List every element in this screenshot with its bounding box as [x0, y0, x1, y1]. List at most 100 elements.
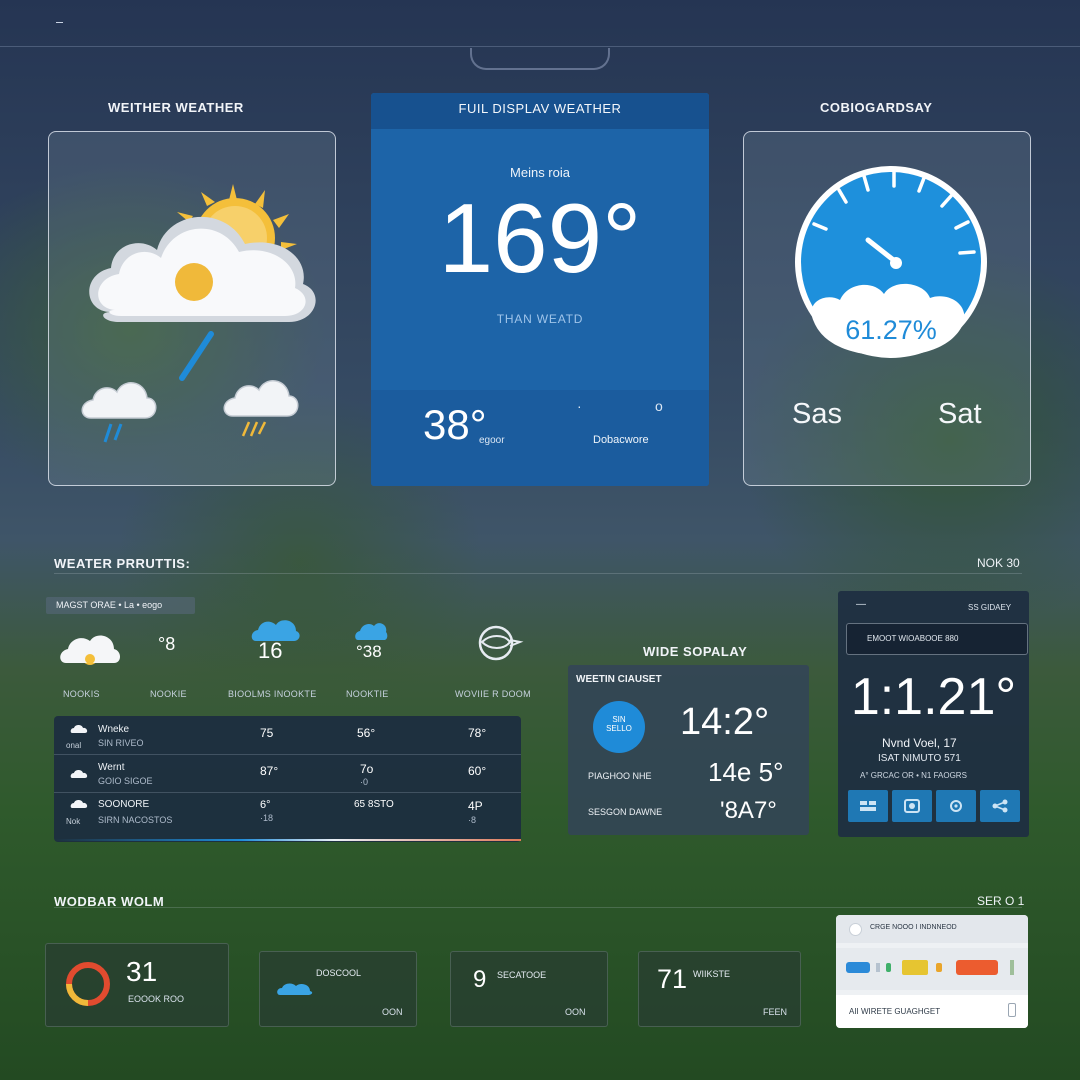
forecast-divider [54, 573, 1022, 574]
full-display-panel[interactable]: FUIL DISPLAV WEATHER Meins roia 169° THA… [371, 93, 709, 486]
row-col-3-sub: ·8 [468, 815, 477, 825]
condition-caption: THAN WEATD [496, 312, 584, 326]
center-panel-title: FUIL DISPLAV WEATHER [458, 101, 622, 116]
clock-time: 1:1.21° [850, 668, 1017, 726]
stat-tile-3-label: SECATOOE [497, 970, 547, 980]
top-handle[interactable] [470, 48, 610, 70]
weather-icon-panel[interactable] [48, 131, 336, 486]
wide-display-badge: SIN SELLO [593, 701, 645, 753]
gauge-left-text: Sas [792, 398, 842, 430]
indicator-bar [1010, 960, 1014, 975]
stat-tile-3-value: 9 [473, 966, 487, 993]
row-col-2: 7o [360, 762, 374, 776]
badge-line-1: SIN [612, 715, 626, 724]
stat-tile-2-label: DOSCOOL [316, 968, 362, 978]
row-cloud-icon [70, 800, 88, 808]
stat-tile-1[interactable]: 31 EOOOK ROO [45, 943, 229, 1027]
row-name: SOONORE [98, 799, 150, 810]
row-sub: GOIO SIGOE [98, 776, 153, 786]
clock-actions [848, 790, 1020, 822]
low-temperature-label: egoor [479, 435, 505, 446]
bottom-right-label: SER O 1 [977, 894, 1025, 908]
wide-display-heading: WIDE SOPALAY [643, 644, 748, 659]
row-tag: onal [66, 741, 82, 750]
alert-indicators [836, 948, 1028, 990]
gauge-value: 61.27% [845, 315, 937, 345]
row-col-2: 65 8STO [354, 799, 394, 810]
alert-edit-icon[interactable] [1008, 1003, 1016, 1017]
row-name: Wernt [98, 762, 125, 773]
tile-cloud-icon [277, 983, 313, 995]
gauge-panel[interactable]: 61.27% Sas Sat [743, 131, 1031, 486]
corner-mark [56, 22, 63, 23]
alert-footer-text: AII WIRETE GUAGHGET [849, 1007, 941, 1016]
top-divider [0, 46, 1080, 47]
current-temperature: 169° [438, 183, 642, 293]
badge-line-2: SELLO [606, 724, 632, 733]
wide-row-2-label: SESGON DAWNE [588, 807, 663, 817]
stat-tile-3[interactable]: 9 SECATOOE OON [450, 951, 608, 1027]
row-col-1: 75 [260, 726, 274, 740]
wind-icon [478, 625, 524, 661]
forecast-label-1: NOOKIS [63, 689, 100, 699]
share-icon[interactable] [980, 790, 1020, 822]
row-cloud-icon [70, 725, 88, 733]
table-row[interactable]: Wernt GOIO SIGOE 87° 7o ·0 60° [54, 755, 521, 792]
forecast-chip[interactable]: MAGST ORAE • La • eogo [46, 597, 195, 614]
grid-icon[interactable] [848, 790, 888, 822]
forecast-temp-1: °8 [158, 634, 176, 654]
cloud-icon [89, 216, 316, 322]
storm-cloud-icon [223, 380, 299, 437]
rain-cloud-icon [81, 382, 157, 443]
forecast-label-2: NOOKIE [150, 689, 187, 699]
row-col-3: 4P [468, 799, 483, 813]
footer-right-label: Dobacwore [593, 434, 649, 446]
indicator-yellow [902, 960, 928, 975]
stat-tile-2[interactable]: DOSCOOL OON [259, 951, 417, 1027]
table-row[interactable]: onal Wneke SIN RIVEO 75 56° 78° [54, 716, 521, 754]
row-col-1: 87° [260, 764, 279, 778]
gallery-icon[interactable] [892, 790, 932, 822]
stat-tile-3-footer: OON [565, 1007, 586, 1017]
row-col-3: 60° [468, 764, 487, 778]
forecast-label-3: BIOOLMS INOOKTE [228, 689, 317, 699]
forecast-label-4: NOOKTIE [346, 689, 389, 699]
forecast-section-title: WEATER PRRUTTIS: [54, 556, 191, 571]
row-col-1-sub: ·18 [260, 813, 274, 823]
alert-title: CRGE NOOO I INDNNEOD [870, 924, 957, 931]
clock-search-input[interactable]: EMOOT WIOABOOE 880 [846, 623, 1028, 655]
small-cloud-icon [174, 625, 194, 639]
clock-card[interactable]: — SS GIDAEY EMOOT WIOABOOE 880 1:1.21° N… [838, 591, 1029, 837]
stat-tile-4-footer: FEEN [763, 1007, 788, 1017]
clock-card-menu[interactable]: — [856, 599, 866, 610]
indicator-amber [936, 963, 942, 972]
wide-row-2-value: '8A7° [720, 797, 777, 824]
low-temperature: 38° [423, 401, 487, 448]
alert-widget[interactable]: CRGE NOOO I INDNNEOD AII WIRETE GUAGHGET [836, 915, 1028, 1028]
wide-row-1-label: PIAGHOO NHE [588, 771, 652, 781]
clock-line-2: ISAT NIMUTO 571 [878, 753, 961, 764]
lightning-icon [179, 331, 214, 381]
stat-tile-2-footer: OON [382, 1007, 403, 1017]
stat-tile-4[interactable]: 71 WIIKSTE FEEN [638, 951, 801, 1027]
sun-cloud-icon [60, 635, 120, 665]
row-sub: SIN RIVEO [98, 738, 144, 748]
wide-display-card[interactable]: WEETIN CIAUSET SIN SELLO 14:2° PIAGHOO N… [568, 665, 809, 835]
clock-search-text: EMOOT WIOABOOE 880 [867, 634, 959, 643]
clock-line-3: A° GRCAC OR • N1 FAOGRS [860, 771, 967, 780]
stat-tile-1-value: 31 [126, 956, 158, 987]
wide-display-title: WEETIN CIAUSET [576, 674, 662, 685]
indicator-sep [876, 963, 880, 972]
table-progress-bar [54, 839, 521, 841]
wide-row-1-value: 14e 5° [708, 757, 784, 787]
table-row[interactable]: Nok SOONORE SIRN NACOSTOS 6° ·18 65 8STO… [54, 793, 521, 838]
weather-illustration [81, 184, 316, 443]
row-col-1: 6° [260, 799, 271, 811]
forecast-right-label: NOK 30 [977, 556, 1020, 570]
alert-dot-icon [849, 923, 862, 936]
stat-tile-4-value: 71 [657, 964, 688, 994]
forecast-label-5: WOVIIE R DOOM [455, 689, 531, 699]
footer-circle: o [655, 398, 663, 414]
settings-icon[interactable] [936, 790, 976, 822]
indicator-orange [956, 960, 998, 975]
